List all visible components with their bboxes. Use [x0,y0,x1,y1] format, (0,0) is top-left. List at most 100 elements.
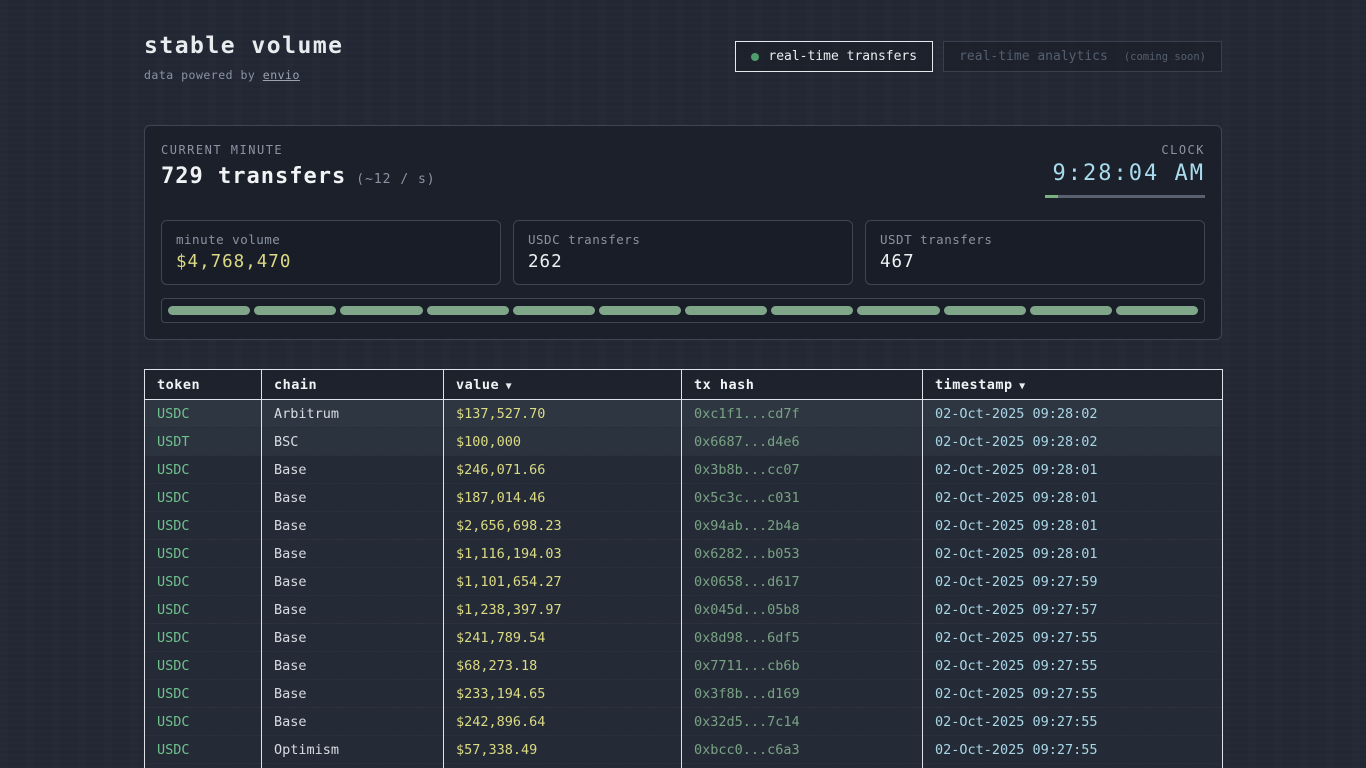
cell-time: 02-Oct-2025 09:28:01 [923,540,1223,568]
panel-top: CURRENT MINUTE 729 transfers (~12 / s) C… [161,143,1205,198]
stat-usdt-transfers: USDT transfers 467 [865,220,1205,285]
minute-segment [685,306,767,315]
clock-progress-fill [1045,195,1058,198]
cell-time: 02-Oct-2025 09:28:02 [923,400,1223,428]
column-header-tx-hash: tx hash [682,370,923,400]
envio-link[interactable]: envio [263,68,300,82]
table-row: USDCBase$242,896.640x32d5...7c1402-Oct-2… [145,708,1223,736]
cell-token: USDC [145,512,262,540]
stat-label: USDT transfers [880,232,1190,247]
minute-segment [599,306,681,315]
column-header-value[interactable]: value ▼ [444,370,682,400]
clock-label: CLOCK [1045,143,1205,157]
cell-time: 02-Oct-2025 09:28:02 [923,428,1223,456]
minute-segment [427,306,509,315]
cell-chain: Base [262,624,444,652]
table-row: USDCBase$246,071.660x3b8b...cc0702-Oct-2… [145,456,1223,484]
minute-segment [340,306,422,315]
stat-value: 262 [528,252,838,272]
cell-time: 02-Oct-2025 09:28:01 [923,484,1223,512]
table-row: USDCBase$187,014.460x5c3c...c03102-Oct-2… [145,484,1223,512]
cell-token: USDC [145,456,262,484]
minute-segments-bar [161,298,1205,323]
minute-segment [771,306,853,315]
cell-token: USDC [145,568,262,596]
cell-hash[interactable]: 0xbf75...3661 [682,764,923,768]
table-row: USDCBase$1,238,397.970x045d...05b802-Oct… [145,596,1223,624]
table-row: USDCBase$241,789.540x8d98...6df502-Oct-2… [145,624,1223,652]
subtitle-text: data powered by [144,68,263,82]
clock-time: 9:28:04 AM [1045,161,1205,186]
cell-time: 02-Oct-2025 09:27:53 [923,764,1223,768]
cell-hash[interactable]: 0x32d5...7c14 [682,708,923,736]
subtitle: data powered by envio [144,68,344,82]
stat-minute-volume: minute volume $4,768,470 [161,220,501,285]
cell-token: USDT [145,428,262,456]
tab-label: real-time transfers [768,49,917,64]
cell-hash[interactable]: 0x3f8b...d169 [682,680,923,708]
cell-token: USDC [145,708,262,736]
transfers-table-wrap: tokenchainvalue ▼tx hashtimestamp ▼ USDC… [144,369,1222,768]
column-header-timestamp[interactable]: timestamp ▼ [923,370,1223,400]
cell-token: USDC [145,484,262,512]
minute-segment [254,306,336,315]
cell-token: USDC [145,624,262,652]
stats-row: minute volume $4,768,470 USDC transfers … [161,220,1205,285]
column-header-chain: chain [262,370,444,400]
cell-chain: Base [262,456,444,484]
cell-value: $233,194.65 [444,764,682,768]
cell-chain: Base [262,540,444,568]
table-row: USDCBase$233,194.650x3f8b...d16902-Oct-2… [145,680,1223,708]
clock-block: CLOCK 9:28:04 AM [1045,143,1205,198]
cell-value: $241,789.54 [444,624,682,652]
cell-time: 02-Oct-2025 09:27:55 [923,680,1223,708]
transfers-table: tokenchainvalue ▼tx hashtimestamp ▼ USDC… [144,369,1223,768]
cell-token: USDC [145,680,262,708]
cell-hash[interactable]: 0xc1f1...cd7f [682,400,923,428]
cell-time: 02-Oct-2025 09:27:55 [923,736,1223,764]
clock-progress-track [1045,195,1205,198]
tab-real-time-analytics: real-time analytics (coming soon) [943,41,1222,72]
cell-token: USDC [145,596,262,624]
table-row: USDCBase$1,116,194.030x6282...b05302-Oct… [145,540,1223,568]
branding: stable volume data powered by envio [144,34,344,82]
cell-hash[interactable]: 0x3b8b...cc07 [682,456,923,484]
cell-value: $242,896.64 [444,708,682,736]
cell-chain: Optimism [262,736,444,764]
cell-hash[interactable]: 0x8d98...6df5 [682,624,923,652]
minute-segment [1030,306,1112,315]
table-row: USDCBase$1,101,654.270x0658...d61702-Oct… [145,568,1223,596]
cell-hash[interactable]: 0x94ab...2b4a [682,512,923,540]
minute-segment [857,306,939,315]
cell-hash[interactable]: 0xbcc0...c6a3 [682,736,923,764]
tab-real-time-transfers[interactable]: real-time transfers [735,41,933,72]
cell-value: $1,101,654.27 [444,568,682,596]
cell-hash[interactable]: 0x6282...b053 [682,540,923,568]
cell-hash[interactable]: 0x045d...05b8 [682,596,923,624]
stat-label: minute volume [176,232,486,247]
cell-time: 02-Oct-2025 09:27:59 [923,568,1223,596]
table-row: USDTBSC$100,0000x6687...d4e602-Oct-2025 … [145,428,1223,456]
minute-segment [944,306,1026,315]
current-minute-label: CURRENT MINUTE [161,143,436,157]
cell-token: USDC [145,736,262,764]
cell-hash[interactable]: 0x0658...d617 [682,568,923,596]
minute-segment [1116,306,1198,315]
stat-value: $4,768,470 [176,252,486,272]
stat-label: USDC transfers [528,232,838,247]
cell-token: USDC [145,764,262,768]
cell-time: 02-Oct-2025 09:27:55 [923,652,1223,680]
current-minute-panel: CURRENT MINUTE 729 transfers (~12 / s) C… [144,125,1222,340]
cell-hash[interactable]: 0x7711...cb6b [682,652,923,680]
cell-time: 02-Oct-2025 09:28:01 [923,512,1223,540]
cell-value: $246,071.66 [444,456,682,484]
sort-arrow-icon: ▼ [499,381,512,392]
page-title: stable volume [144,34,344,59]
cell-hash[interactable]: 0x6687...d4e6 [682,428,923,456]
cell-chain: Base [262,512,444,540]
cell-hash[interactable]: 0x5c3c...c031 [682,484,923,512]
column-header-token: token [145,370,262,400]
cell-chain: Base [262,652,444,680]
view-tabs: real-time transfers real-time analytics … [735,41,1222,72]
table-header-row: tokenchainvalue ▼tx hashtimestamp ▼ [145,370,1223,400]
